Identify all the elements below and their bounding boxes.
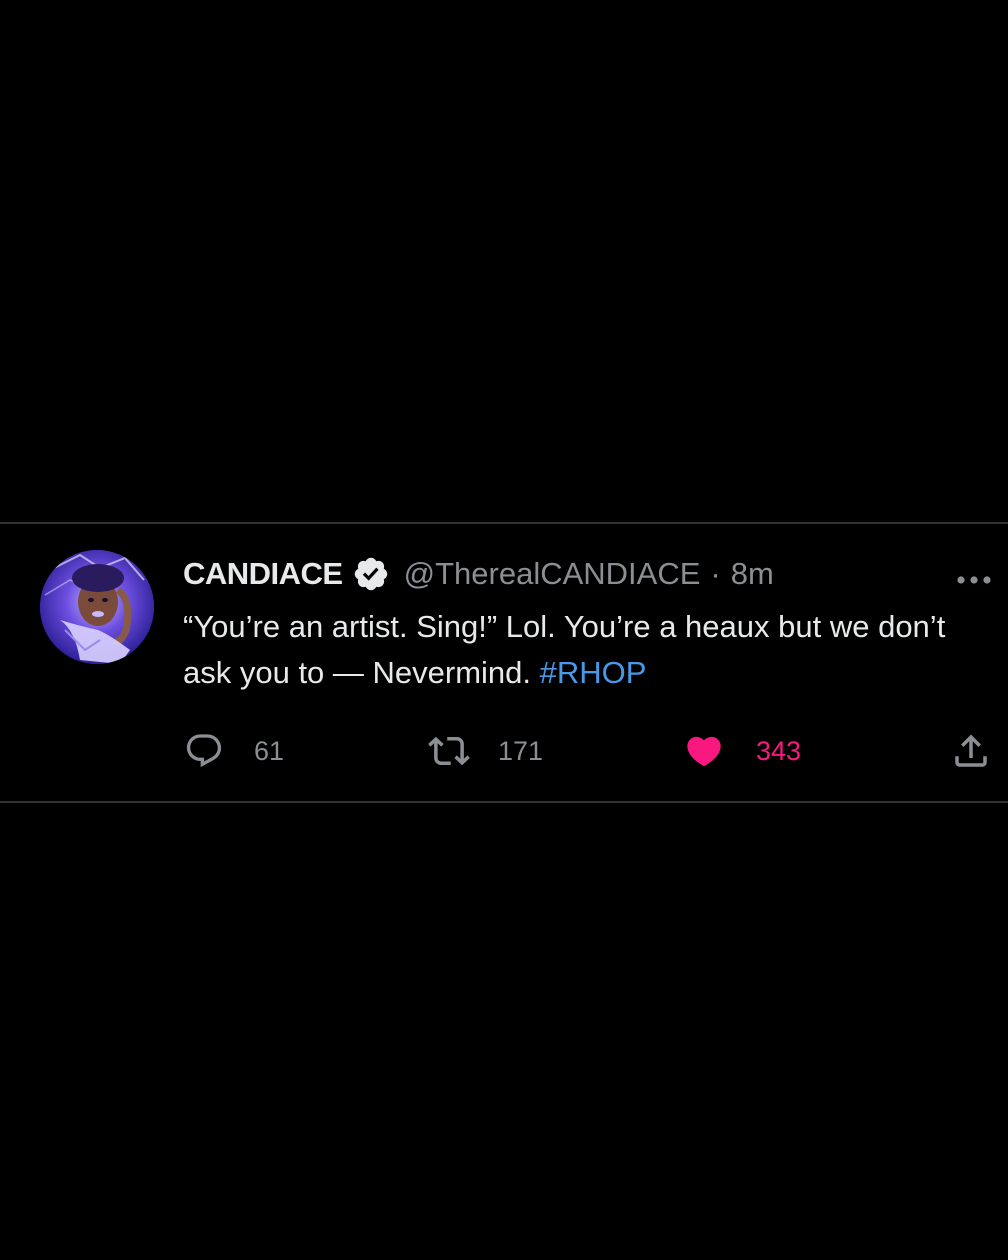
share-button[interactable] xyxy=(950,728,992,774)
reply-count: 61 xyxy=(254,735,285,766)
avatar[interactable] xyxy=(40,550,154,664)
share-icon xyxy=(955,734,987,767)
like-button[interactable]: 343 xyxy=(684,728,801,774)
display-name[interactable]: CANDIACE xyxy=(183,556,343,592)
verified-badge-icon xyxy=(352,555,390,593)
hashtag-link[interactable]: #RHOP xyxy=(540,655,647,690)
retweet-button[interactable]: 171 xyxy=(426,728,543,774)
reply-icon xyxy=(186,734,222,768)
like-count: 343 xyxy=(756,735,802,766)
retweet-count: 171 xyxy=(498,735,544,766)
tweet-actions: 61 171 343 xyxy=(0,728,1008,774)
timestamp[interactable]: 8m xyxy=(731,556,774,592)
retweet-icon xyxy=(428,736,470,766)
handle[interactable]: @TherealCANDIACE xyxy=(404,556,701,592)
bottom-divider xyxy=(0,801,1008,803)
separator-dot: · xyxy=(710,556,721,591)
reply-button[interactable]: 61 xyxy=(184,728,284,774)
more-options-icon[interactable] xyxy=(956,572,992,584)
tweet[interactable]: CANDIACE @TherealCANDIACE · 8m “You’re a… xyxy=(0,524,1008,801)
tweet-text: “You’re an artist. Sing!” Lol. You’re a … xyxy=(183,604,988,696)
heart-icon xyxy=(687,736,721,767)
tweet-header: CANDIACE @TherealCANDIACE · 8m xyxy=(183,554,774,594)
